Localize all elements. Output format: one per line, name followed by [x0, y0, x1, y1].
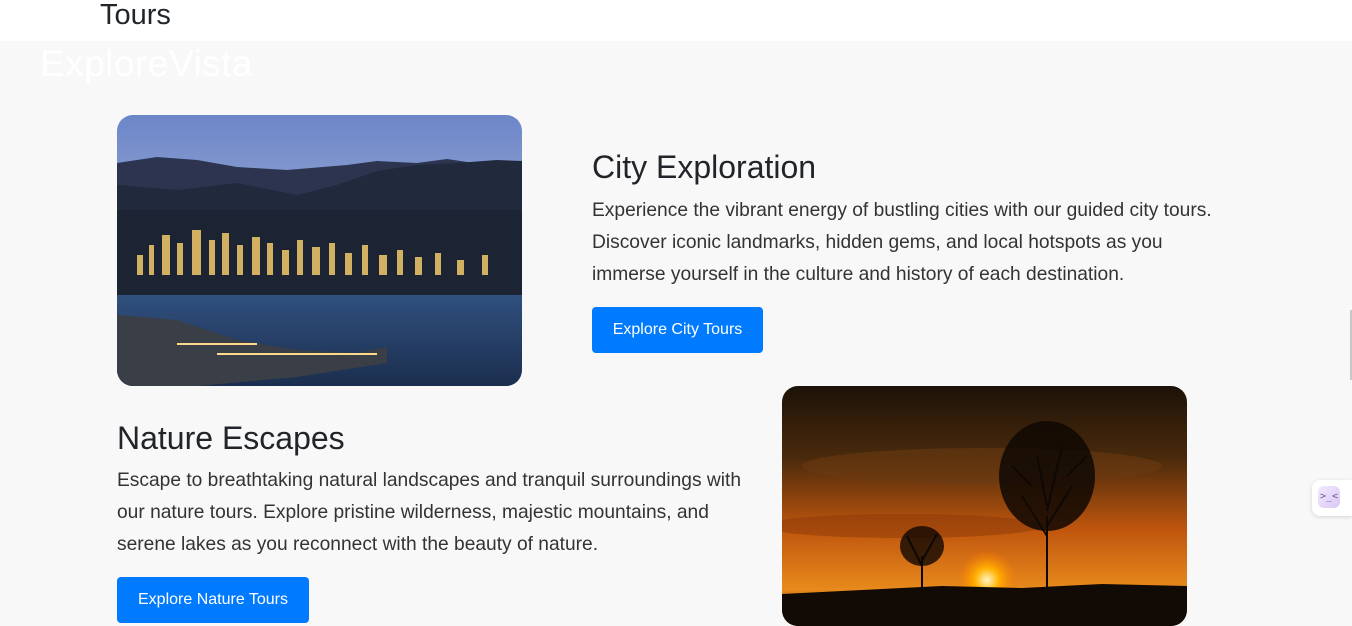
city-tour-image — [117, 115, 522, 386]
page-heading: Tours — [100, 0, 171, 31]
nature-tour-image — [782, 386, 1187, 626]
explore-nature-tours-button[interactable]: Explore Nature Tours — [117, 577, 309, 623]
city-section-description: Experience the vibrant energy of bustlin… — [592, 200, 1212, 285]
explore-city-tours-button[interactable]: Explore City Tours — [592, 307, 763, 353]
nature-section-description: Escape to breathtaking natural landscape… — [117, 470, 741, 555]
assistant-widget[interactable]: >_< — [1312, 480, 1352, 516]
brand-logo[interactable]: ExploreVista — [40, 44, 253, 84]
top-bar — [0, 0, 1352, 41]
city-section-title: City Exploration — [592, 149, 817, 185]
nature-section-title: Nature Escapes — [117, 420, 345, 456]
assistant-face-icon: >_< — [1318, 486, 1340, 508]
